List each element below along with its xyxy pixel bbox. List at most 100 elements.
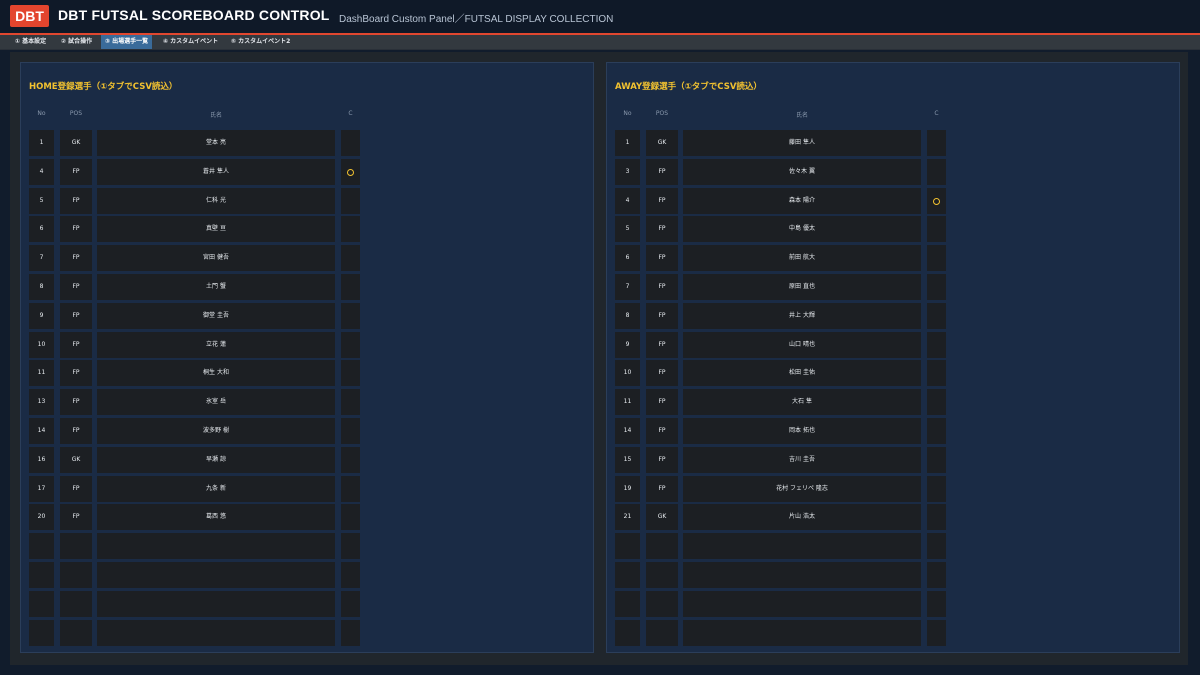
captain-toggle[interactable]: [341, 302, 360, 329]
player-number-cell[interactable]: 7: [615, 274, 640, 300]
captain-toggle[interactable]: [927, 360, 946, 387]
player-name-cell[interactable]: [683, 562, 921, 588]
captain-toggle[interactable]: [927, 216, 946, 243]
player-number-cell[interactable]: [615, 533, 640, 560]
captain-toggle[interactable]: [341, 158, 360, 185]
player-position-cell[interactable]: FP: [60, 360, 92, 387]
player-number-cell[interactable]: [29, 619, 54, 646]
player-name-cell[interactable]: [97, 562, 335, 588]
tab-custom-event-2[interactable]: ⑤ カスタムイベント2: [227, 35, 294, 49]
player-name-cell[interactable]: [683, 590, 921, 617]
player-row[interactable]: 5 FP 仁科 光: [29, 187, 361, 214]
player-position-cell[interactable]: FP: [646, 418, 678, 444]
player-number-cell[interactable]: [615, 562, 640, 588]
player-position-cell[interactable]: GK: [646, 130, 678, 156]
player-row[interactable]: 21 GK 片山 浩太: [615, 504, 947, 531]
player-name-cell[interactable]: 原田 直也: [683, 274, 921, 300]
player-row[interactable]: 11 FP 桐生 大和: [29, 360, 361, 387]
player-position-cell[interactable]: FP: [646, 158, 678, 185]
player-row[interactable]: 16 GK 早瀬 諒: [29, 446, 361, 473]
player-position-cell[interactable]: [60, 562, 92, 588]
player-position-cell[interactable]: GK: [60, 130, 92, 156]
captain-toggle[interactable]: [927, 158, 946, 185]
player-name-cell[interactable]: [683, 619, 921, 646]
captain-toggle[interactable]: [341, 216, 360, 243]
player-position-cell[interactable]: FP: [646, 389, 678, 416]
player-row[interactable]: [29, 619, 361, 646]
player-position-cell[interactable]: FP: [60, 389, 92, 416]
player-name-cell[interactable]: 土門 蟹: [97, 274, 335, 300]
captain-toggle[interactable]: [927, 446, 946, 473]
player-row[interactable]: 15 FP 吉川 圭吾: [615, 446, 947, 473]
player-row[interactable]: 14 FP 岡本 拓也: [615, 418, 947, 444]
player-row[interactable]: [615, 562, 947, 588]
player-number-cell[interactable]: 15: [615, 446, 640, 473]
captain-toggle[interactable]: [341, 418, 360, 444]
player-number-cell[interactable]: 11: [615, 389, 640, 416]
player-row[interactable]: 6 FP 真壁 亘: [29, 216, 361, 243]
captain-toggle[interactable]: [927, 245, 946, 272]
player-position-cell[interactable]: [646, 590, 678, 617]
captain-toggle[interactable]: [927, 274, 946, 300]
player-row[interactable]: 1 GK 堂本 亮: [29, 130, 361, 156]
player-number-cell[interactable]: 20: [29, 504, 54, 531]
player-name-cell[interactable]: 波多野 樹: [97, 418, 335, 444]
player-name-cell[interactable]: 山口 晴也: [683, 331, 921, 358]
player-name-cell[interactable]: 松田 圭佑: [683, 360, 921, 387]
player-number-cell[interactable]: 4: [615, 187, 640, 214]
captain-toggle[interactable]: [927, 504, 946, 531]
player-name-cell[interactable]: 御堂 圭吾: [97, 302, 335, 329]
player-row[interactable]: 3 FP 佐々木 翼: [615, 158, 947, 185]
player-row[interactable]: [29, 590, 361, 617]
player-position-cell[interactable]: FP: [60, 187, 92, 214]
player-position-cell[interactable]: FP: [646, 245, 678, 272]
player-row[interactable]: 14 FP 波多野 樹: [29, 418, 361, 444]
player-position-cell[interactable]: FP: [60, 274, 92, 300]
player-number-cell[interactable]: 5: [29, 187, 54, 214]
player-row[interactable]: [615, 619, 947, 646]
player-number-cell[interactable]: [615, 590, 640, 617]
player-position-cell[interactable]: FP: [646, 360, 678, 387]
player-number-cell[interactable]: [615, 619, 640, 646]
player-row[interactable]: 17 FP 九条 新: [29, 475, 361, 502]
player-number-cell[interactable]: [29, 562, 54, 588]
player-row[interactable]: 6 FP 前田 航大: [615, 245, 947, 272]
player-position-cell[interactable]: FP: [60, 158, 92, 185]
captain-toggle[interactable]: [341, 389, 360, 416]
player-row[interactable]: 4 FP 蒼井 隼人: [29, 158, 361, 185]
player-number-cell[interactable]: 7: [29, 245, 54, 272]
player-number-cell[interactable]: 4: [29, 158, 54, 185]
captain-toggle[interactable]: [341, 475, 360, 502]
player-row[interactable]: 11 FP 大石 隼: [615, 389, 947, 416]
tab-match-operation[interactable]: ② 試合操作: [57, 35, 96, 49]
captain-toggle[interactable]: [341, 130, 360, 156]
player-name-cell[interactable]: 前田 航大: [683, 245, 921, 272]
player-position-cell[interactable]: FP: [646, 331, 678, 358]
player-row[interactable]: 5 FP 中島 優太: [615, 216, 947, 243]
player-name-cell[interactable]: 片山 浩太: [683, 504, 921, 531]
player-row[interactable]: 4 FP 森本 陽介: [615, 187, 947, 214]
player-name-cell[interactable]: [97, 590, 335, 617]
player-position-cell[interactable]: FP: [646, 216, 678, 243]
player-row[interactable]: [29, 562, 361, 588]
player-position-cell[interactable]: FP: [646, 475, 678, 502]
player-position-cell[interactable]: FP: [646, 187, 678, 214]
player-row[interactable]: 7 FP 宮田 健吾: [29, 245, 361, 272]
player-position-cell[interactable]: FP: [60, 331, 92, 358]
player-number-cell[interactable]: 8: [615, 302, 640, 329]
captain-toggle[interactable]: [927, 475, 946, 502]
player-number-cell[interactable]: 5: [615, 216, 640, 243]
player-row[interactable]: 10 FP 松田 圭佑: [615, 360, 947, 387]
player-number-cell[interactable]: 3: [615, 158, 640, 185]
player-number-cell[interactable]: 6: [615, 245, 640, 272]
player-name-cell[interactable]: 佐々木 翼: [683, 158, 921, 185]
player-position-cell[interactable]: FP: [60, 475, 92, 502]
captain-toggle[interactable]: [927, 590, 946, 617]
captain-toggle[interactable]: [341, 331, 360, 358]
player-name-cell[interactable]: 藤田 隼人: [683, 130, 921, 156]
captain-toggle[interactable]: [341, 360, 360, 387]
player-name-cell[interactable]: 立花 蓮: [97, 331, 335, 358]
player-row[interactable]: 8 FP 井上 大輝: [615, 302, 947, 329]
player-name-cell[interactable]: 宮田 健吾: [97, 245, 335, 272]
player-row[interactable]: 20 FP 葛西 悠: [29, 504, 361, 531]
